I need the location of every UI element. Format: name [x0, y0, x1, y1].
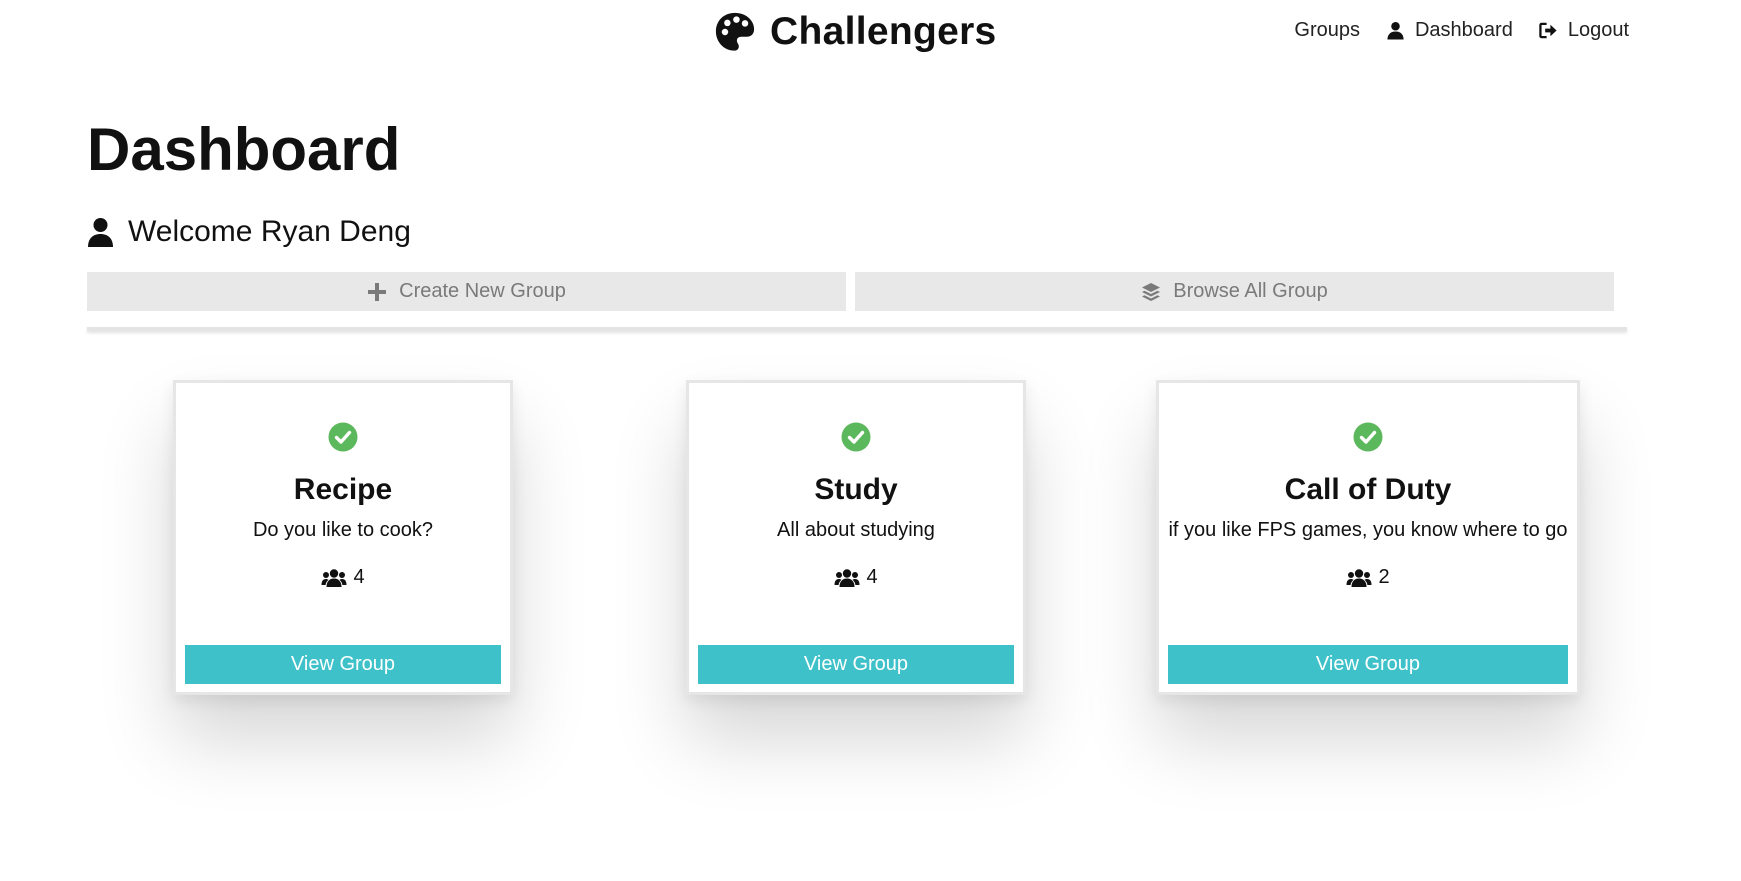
member-count: 2 [1159, 566, 1577, 589]
brand-name: Challengers [770, 10, 997, 53]
group-description: if you like FPS games, you know where to… [1168, 519, 1568, 541]
check-circle-icon [1353, 422, 1383, 452]
top-nav: Groups Dashboard Logout [1294, 19, 1629, 42]
check-circle-icon [841, 422, 871, 452]
sign-out-icon [1539, 21, 1558, 40]
group-description: All about studying [777, 519, 935, 541]
browse-groups-label: Browse All Group [1173, 280, 1328, 302]
layers-icon [1141, 282, 1161, 302]
group-card: Call of Duty if you like FPS games, you … [1156, 380, 1580, 695]
group-card: Study All about studying 4 View Group [686, 380, 1026, 695]
create-group-button[interactable]: Create New Group [87, 272, 846, 311]
brand[interactable]: Challengers [714, 10, 997, 54]
member-count: 4 [176, 566, 510, 589]
member-count-value: 2 [1378, 566, 1390, 588]
plus-icon [367, 282, 387, 302]
users-icon [1346, 568, 1372, 588]
nav-groups-label: Groups [1294, 19, 1360, 41]
member-count-value: 4 [866, 566, 878, 588]
nav-logout-link[interactable]: Logout [1539, 19, 1629, 42]
member-count-value: 4 [353, 566, 365, 588]
welcome-message: Welcome Ryan Deng [87, 215, 411, 249]
group-card: Recipe Do you like to cook? 4 View Group [173, 380, 513, 695]
group-description: Do you like to cook? [252, 519, 434, 541]
view-group-button[interactable]: View Group [185, 645, 501, 684]
group-title: Study [814, 473, 898, 506]
action-bar: Create New Group Browse All Group [87, 272, 1619, 311]
view-group-button[interactable]: View Group [698, 645, 1014, 684]
member-count: 4 [689, 566, 1023, 589]
check-circle-icon [328, 422, 358, 452]
group-title: Call of Duty [1284, 473, 1452, 506]
nav-dashboard-link[interactable]: Dashboard [1386, 19, 1513, 42]
nav-dashboard-label: Dashboard [1414, 19, 1513, 41]
users-icon [834, 568, 860, 588]
page: Challengers Groups Dashboard Logout Dash… [0, 0, 1741, 881]
divider [87, 327, 1627, 331]
create-group-label: Create New Group [399, 280, 566, 302]
welcome-text: Welcome Ryan Deng [128, 215, 411, 248]
page-title: Dashboard [87, 116, 401, 183]
group-title: Recipe [293, 473, 393, 506]
user-icon [1386, 21, 1405, 40]
view-group-button[interactable]: View Group [1168, 645, 1568, 684]
nav-groups-link[interactable]: Groups [1294, 19, 1360, 42]
palette-icon [714, 11, 756, 53]
user-icon [87, 217, 114, 247]
browse-groups-button[interactable]: Browse All Group [855, 272, 1614, 311]
users-icon [321, 568, 347, 588]
nav-logout-label: Logout [1567, 19, 1629, 41]
